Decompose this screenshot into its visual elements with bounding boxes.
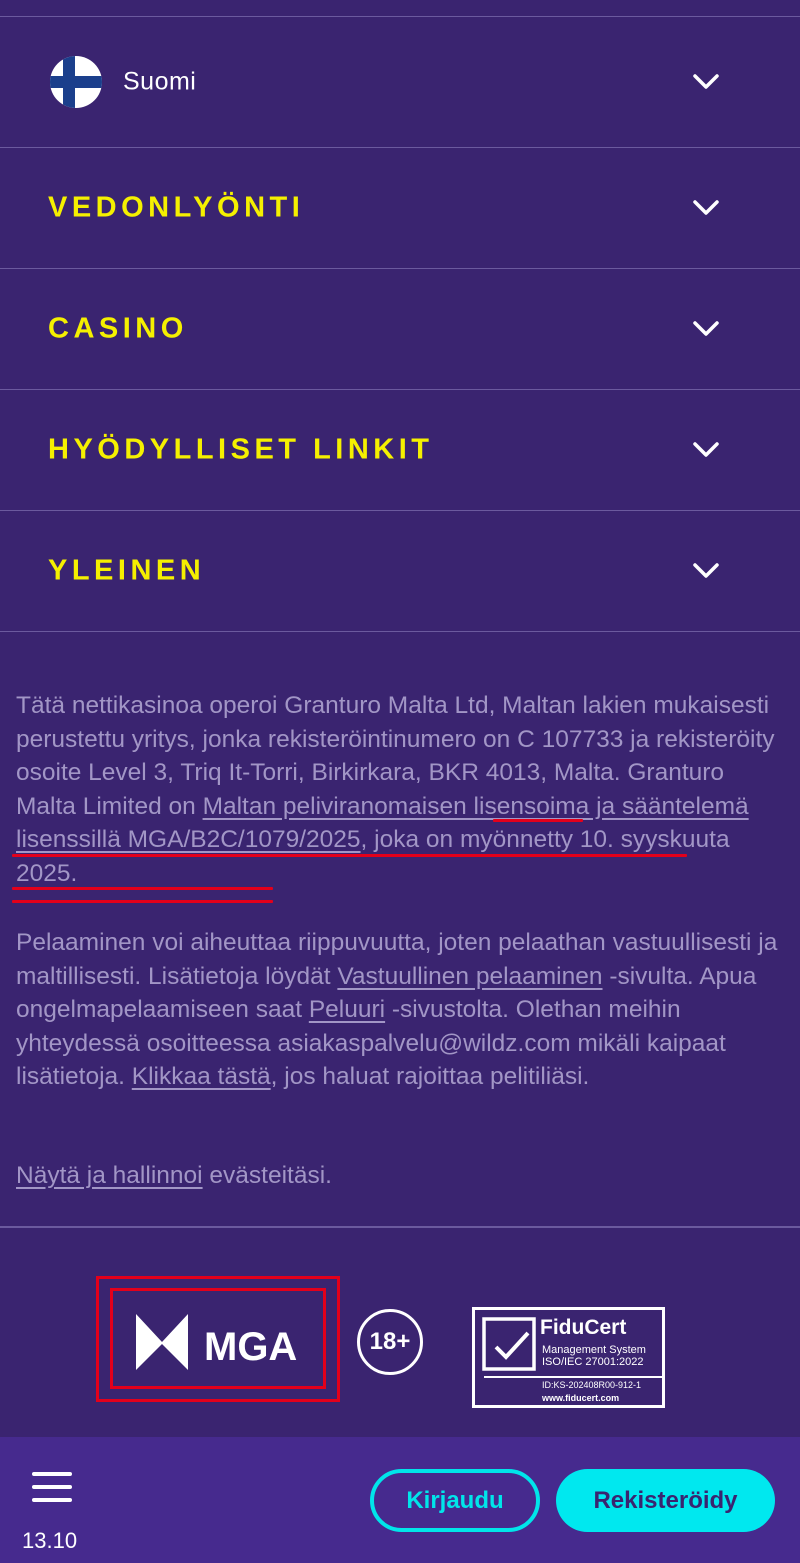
fiducert-url: www.fiducert.com bbox=[541, 1393, 619, 1403]
age-18-badge: 18+ bbox=[357, 1309, 423, 1375]
version-label: 13.10 bbox=[22, 1528, 78, 1553]
manage-cookies-link[interactable]: Näytä ja hallinnoi bbox=[16, 1162, 203, 1189]
hamburger-menu-icon[interactable] bbox=[32, 1470, 72, 1504]
mga-logo[interactable]: MGA bbox=[136, 1314, 306, 1370]
red-annotation-line bbox=[12, 854, 687, 857]
fiducert-title: FiduCert bbox=[540, 1316, 626, 1339]
accordion-yleinen[interactable]: YLEINEN bbox=[0, 511, 800, 632]
finland-flag-icon bbox=[50, 56, 102, 108]
fiducert-id: ID:KS-202408R00-912-1 bbox=[542, 1380, 641, 1390]
license-paragraph: Tätä nettikasinoa operoi Granturo Malta … bbox=[16, 689, 786, 890]
language-selector[interactable]: Suomi bbox=[0, 17, 800, 148]
cookies-paragraph: Näytä ja hallinnoi evästeitäsi. bbox=[16, 1159, 786, 1193]
accordion-label: VEDONLYÖNTI bbox=[48, 191, 305, 224]
cookies-text: evästeitäsi. bbox=[202, 1162, 332, 1189]
accordion-label: YLEINEN bbox=[48, 554, 206, 587]
accordion-label: CASINO bbox=[48, 312, 188, 345]
chevron-down-icon bbox=[693, 74, 719, 89]
red-annotation-line bbox=[12, 887, 273, 890]
accordion-label: HYÖDYLLISET LINKIT bbox=[48, 433, 434, 466]
mga-text: MGA bbox=[204, 1325, 297, 1369]
responsible-gaming-link[interactable]: Vastuullinen pelaaminen bbox=[337, 963, 602, 990]
language-label: Suomi bbox=[123, 67, 197, 96]
chevron-down-icon bbox=[693, 563, 719, 578]
responsible-text: , jos haluat rajoittaa pelitiliäsi. bbox=[270, 1063, 590, 1090]
accordion-hyodylliset-linkit[interactable]: HYÖDYLLISET LINKIT bbox=[0, 390, 800, 511]
chevron-down-icon bbox=[693, 321, 719, 336]
login-button[interactable]: Kirjaudu bbox=[370, 1469, 540, 1532]
responsible-gaming-paragraph: Pelaaminen voi aiheuttaa riippuvuutta, j… bbox=[16, 926, 786, 1094]
fiducert-line1: Management System bbox=[542, 1344, 646, 1356]
check-icon bbox=[494, 1331, 530, 1360]
accordion-casino[interactable]: CASINO bbox=[0, 269, 800, 390]
register-button[interactable]: Rekisteröidy bbox=[556, 1469, 775, 1532]
fiducert-badge[interactable]: FiduCert Management System ISO/IEC 27001… bbox=[472, 1307, 665, 1408]
red-annotation-line bbox=[12, 900, 273, 903]
accordion-vedonlyonti[interactable]: VEDONLYÖNTI bbox=[0, 148, 800, 269]
fiducert-line2: ISO/IEC 27001:2022 bbox=[542, 1356, 644, 1368]
footer-divider bbox=[0, 1226, 800, 1228]
red-annotation-line bbox=[493, 819, 583, 822]
peluuri-link[interactable]: Peluuri bbox=[309, 996, 385, 1023]
chevron-down-icon bbox=[693, 200, 719, 215]
chevron-down-icon bbox=[693, 442, 719, 457]
limit-account-link[interactable]: Klikkaa tästä bbox=[132, 1063, 271, 1090]
